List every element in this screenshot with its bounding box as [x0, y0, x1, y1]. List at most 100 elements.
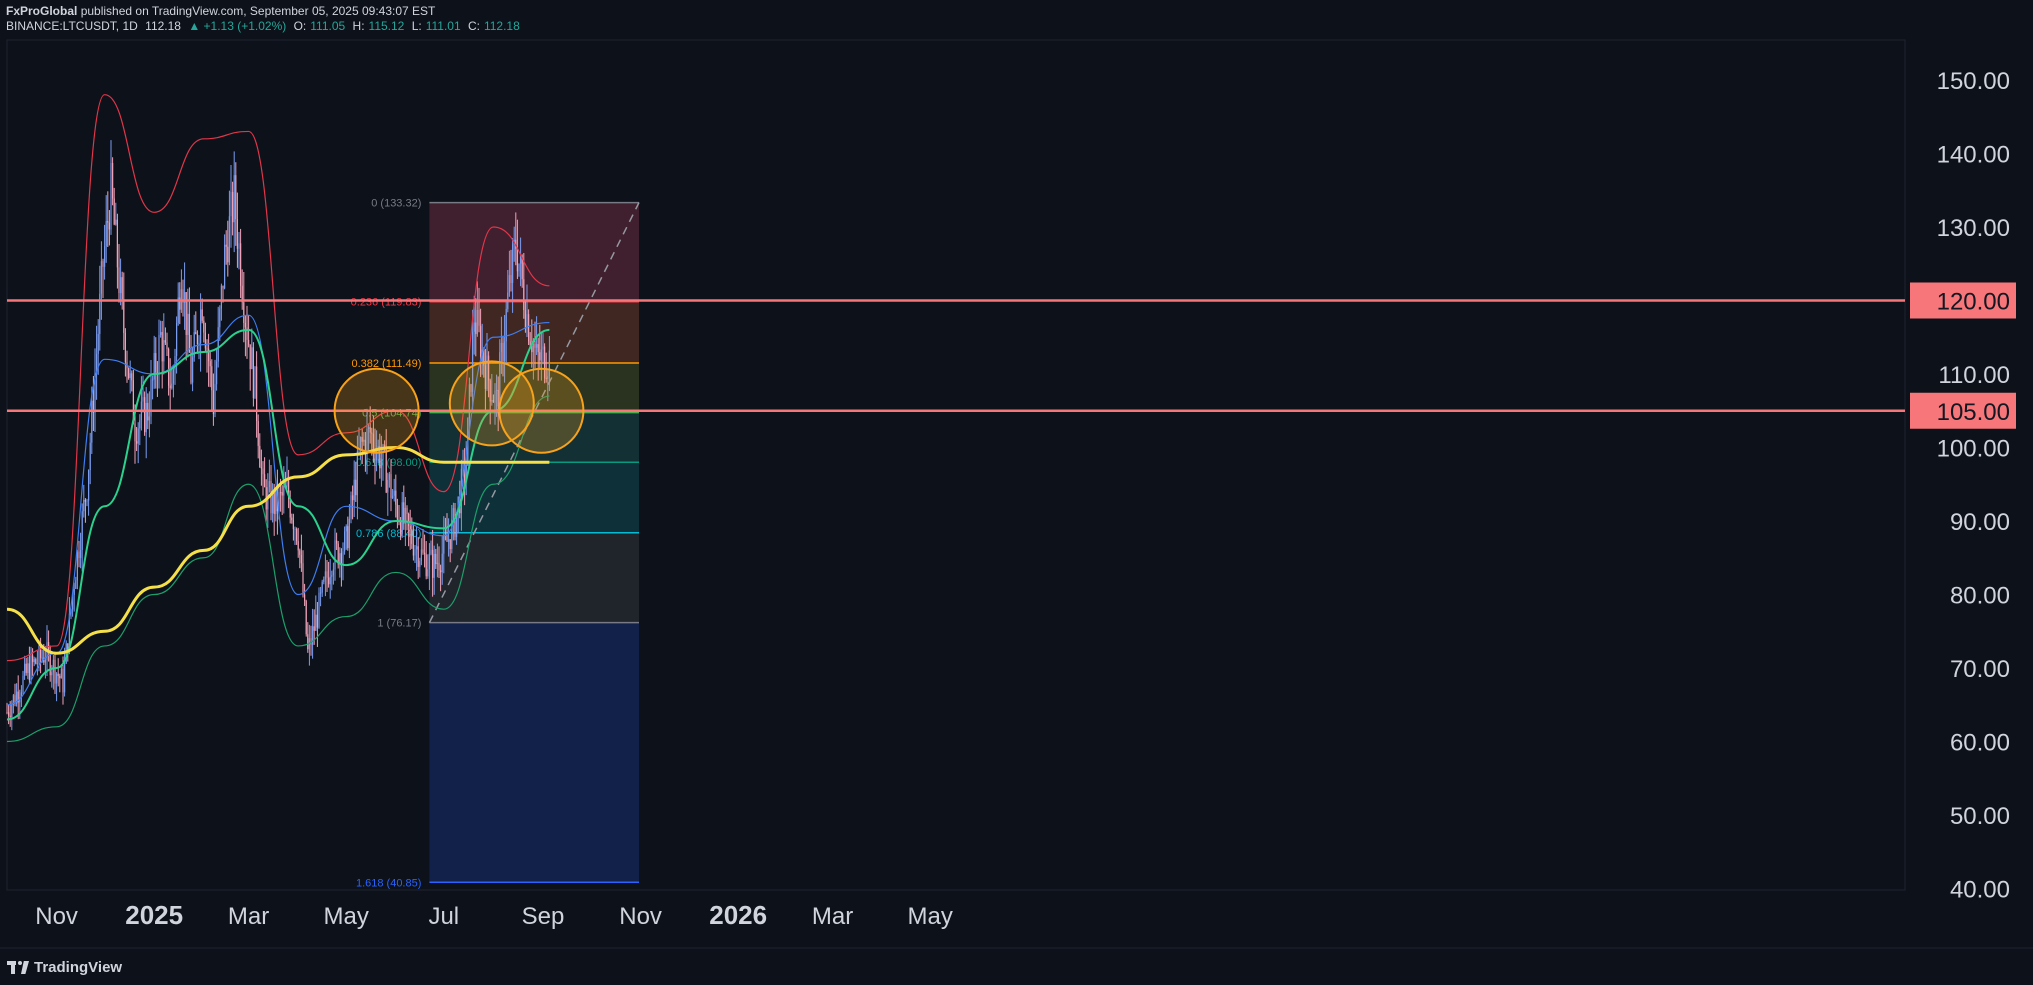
candle-body [313, 626, 315, 631]
candle-body [105, 221, 107, 247]
candle [420, 538, 422, 566]
candle [449, 539, 451, 563]
candle-body [115, 219, 117, 225]
candle-body [280, 492, 282, 494]
price-chart[interactable]: 0 (133.32)0.236 (119.83)0.382 (111.49)0.… [0, 0, 2033, 985]
candle-body [353, 479, 355, 501]
candle [113, 187, 115, 226]
candle [115, 202, 117, 226]
candle-body [448, 539, 450, 542]
candle [326, 560, 328, 592]
candle-body [131, 373, 133, 381]
candle [187, 288, 189, 358]
candle [59, 673, 61, 693]
candle [179, 282, 181, 325]
candle-body [352, 495, 354, 501]
candle [150, 359, 152, 425]
candle-body [121, 277, 123, 300]
candle-body [508, 275, 510, 293]
candle [238, 231, 240, 270]
candle-body [326, 571, 328, 578]
candle [128, 367, 130, 380]
candle-body [537, 344, 539, 353]
candle-body [219, 308, 221, 328]
candle-body [201, 309, 203, 321]
candle [25, 657, 27, 676]
candle-body [51, 672, 53, 676]
candle-body [107, 221, 109, 223]
candle [99, 265, 101, 351]
candle [409, 509, 411, 550]
candle-body [254, 366, 256, 399]
candle [142, 375, 144, 413]
candle-body [300, 554, 302, 564]
candle-body [536, 344, 538, 348]
price-tick-label: 70.00 [1950, 656, 2010, 683]
candle-body [321, 581, 323, 593]
candle-body [534, 343, 536, 348]
candle [324, 554, 326, 597]
time-tick-label: Jul [428, 903, 459, 930]
candle-body [124, 332, 126, 363]
candle [160, 320, 162, 338]
candle-body [273, 491, 275, 514]
candle-body [102, 261, 104, 267]
candle-body [22, 675, 24, 693]
candle-body [356, 451, 358, 496]
candle-body [145, 402, 147, 433]
time-axis: Nov 2025 Mar May Jul Sep Nov 2026 Mar May [35, 900, 953, 930]
candle-body [344, 531, 346, 552]
candle [24, 655, 26, 680]
candle-body [38, 645, 40, 664]
candle-body [516, 248, 518, 272]
price-level-tag-label: 120.00 [1937, 289, 2010, 316]
candle-body [168, 348, 170, 386]
candle-body [166, 342, 168, 349]
candle [388, 471, 390, 488]
candle [116, 213, 118, 289]
candle [299, 548, 301, 569]
candle-body [526, 314, 528, 329]
candle [259, 433, 261, 468]
candle-body [80, 549, 82, 558]
candle [108, 210, 110, 246]
candle [216, 349, 218, 391]
plot-frame [6, 39, 1906, 891]
candle-body [25, 663, 27, 673]
candle-body [142, 397, 144, 402]
candle [28, 646, 30, 685]
candle-body [432, 549, 434, 578]
candle [224, 234, 226, 290]
time-tick-label: May [324, 903, 369, 930]
candle-body [36, 663, 38, 665]
candle [249, 344, 251, 391]
candle-body [248, 339, 250, 345]
candle [275, 489, 277, 522]
candle-body [403, 502, 405, 524]
candle [123, 272, 125, 350]
candle-body [233, 175, 235, 223]
candle-body [113, 198, 115, 225]
candle-body [81, 511, 83, 550]
candle-body [187, 313, 189, 335]
candle-body [524, 310, 526, 329]
candle [288, 469, 290, 509]
candle-body [260, 467, 262, 469]
fib-level-label: 1.618 (40.85) [356, 877, 421, 889]
candle [350, 491, 352, 524]
tradingview-brand[interactable]: TradingView [7, 959, 122, 976]
candle [403, 485, 405, 530]
candle-body [416, 546, 418, 550]
candle [257, 414, 259, 459]
candle [136, 426, 138, 452]
fib-level-label: 0.236 (119.83) [351, 297, 422, 309]
candle-body [385, 448, 387, 493]
candle-body [446, 535, 448, 542]
candle [236, 192, 238, 268]
candle-body [500, 342, 502, 353]
candle-body [388, 474, 390, 480]
candle [507, 269, 509, 313]
candle-body [83, 499, 85, 512]
candle-body [334, 540, 336, 570]
candle [283, 466, 285, 514]
